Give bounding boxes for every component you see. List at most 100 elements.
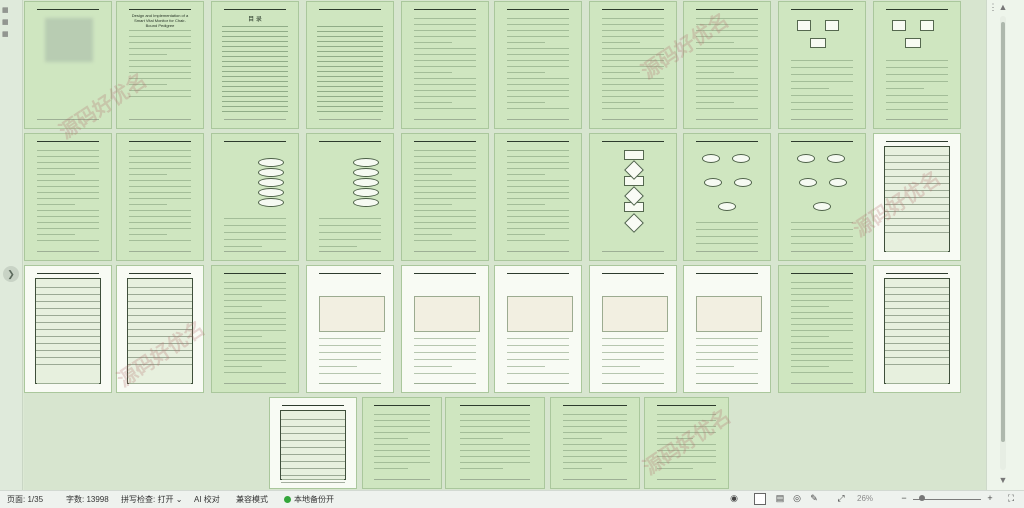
scroll-down-icon[interactable]: ▼ [997, 474, 1009, 486]
page-thumbnail[interactable] [550, 397, 640, 489]
page-indicator[interactable]: 页面: 1/35 [7, 494, 43, 505]
page-thumbnail[interactable]: 目 录 [211, 1, 299, 129]
text-line [414, 198, 476, 199]
text-line [886, 109, 948, 110]
text-line [414, 216, 476, 217]
page-thumbnail[interactable] [24, 265, 112, 393]
page-thumbnail[interactable] [362, 397, 442, 489]
toc-entry-line [317, 36, 383, 37]
page-header-rule [602, 273, 664, 274]
text-line [414, 30, 476, 31]
screenshot-preview [696, 296, 762, 332]
zoom-level[interactable]: 26% [857, 494, 873, 503]
toc-entry-line [222, 96, 288, 97]
page-thumbnail[interactable] [873, 265, 961, 393]
page-header-rule [224, 273, 286, 274]
word-count[interactable]: 字数: 13998 [66, 494, 109, 505]
page-footer-rule [791, 251, 853, 252]
eye-icon[interactable]: ◉ [729, 493, 739, 503]
local-backup-toggle[interactable]: 本地备份开 [294, 494, 334, 505]
toc-entry-line [222, 91, 288, 92]
text-line [319, 345, 381, 346]
page-footer-rule [602, 251, 664, 252]
fit-page-icon[interactable]: ⤢ [836, 493, 846, 503]
spell-check-toggle[interactable]: 拼写检查: 打开 ⌄ [121, 494, 182, 505]
page-thumbnail[interactable] [401, 265, 489, 393]
ai-proofread-button[interactable]: AI 校对 [194, 494, 220, 505]
page-thumbnail[interactable] [778, 133, 866, 261]
minus-icon[interactable]: − [899, 493, 909, 503]
page-thumbnail[interactable] [306, 133, 394, 261]
plus-icon[interactable]: + [985, 493, 995, 503]
text-line [507, 36, 569, 37]
page-view-icon[interactable] [754, 493, 766, 505]
page-thumbnail[interactable] [589, 133, 677, 261]
text-line [319, 246, 357, 247]
text-line [373, 462, 431, 463]
page-thumbnail[interactable]: Design and Implementation of a Smart Vit… [116, 1, 204, 129]
page-thumbnail[interactable] [683, 133, 771, 261]
text-line [414, 240, 476, 241]
page-thumbnail[interactable] [873, 1, 961, 129]
page-header-rule [696, 141, 758, 142]
table-row-line [281, 454, 345, 455]
text-line [414, 108, 476, 109]
zoom-slider-thumb[interactable] [918, 495, 925, 501]
page-thumbnail-canvas[interactable]: Design and Implementation of a Smart Vit… [24, 0, 986, 490]
text-line [414, 48, 476, 49]
text-line [791, 74, 853, 75]
more-icon[interactable]: ⋮ [988, 1, 998, 13]
page-thumbnail[interactable] [306, 265, 394, 393]
page-thumbnail[interactable] [589, 265, 677, 393]
page-thumbnail[interactable] [24, 133, 112, 261]
text-line [224, 330, 286, 331]
page-thumbnail[interactable] [445, 397, 545, 489]
page-thumbnail[interactable] [778, 1, 866, 129]
page-thumbnail[interactable] [211, 265, 299, 393]
text-line [224, 300, 286, 301]
text-line [414, 234, 452, 235]
text-line [696, 72, 734, 73]
page-header-rule [373, 405, 431, 406]
page-footer-rule [224, 119, 286, 120]
page-header-rule [791, 9, 853, 10]
page-thumbnail[interactable] [306, 1, 394, 129]
page-thumbnail[interactable] [494, 133, 582, 261]
table-row-line [36, 329, 100, 330]
split-view-icon[interactable]: ▤ [775, 493, 785, 503]
screenshot-preview [507, 296, 573, 332]
scroll-thumb[interactable] [1001, 22, 1005, 442]
toc-entry-line [222, 31, 288, 32]
text-line [224, 366, 262, 367]
edit-icon[interactable]: ✎ [809, 493, 819, 503]
table-row-line [36, 315, 100, 316]
page-thumbnail[interactable] [401, 1, 489, 129]
page-thumbnail[interactable] [116, 133, 204, 261]
page-thumbnail[interactable] [401, 133, 489, 261]
page-footer-rule [224, 383, 286, 384]
collapse-sidebar-button[interactable]: ❯ [3, 266, 19, 282]
page-thumbnail[interactable] [269, 397, 357, 489]
fullscreen-icon[interactable]: ⛶ [1006, 493, 1016, 503]
text-line [459, 420, 531, 421]
text-line [507, 198, 569, 199]
text-line [37, 210, 99, 211]
page-thumbnail[interactable] [494, 1, 582, 129]
text-line [791, 229, 853, 230]
text-line [507, 150, 569, 151]
page-header-rule [37, 9, 99, 10]
text-line [507, 352, 569, 353]
text-line [507, 186, 569, 187]
toc-entry-line [317, 26, 383, 27]
toc-entry-line [222, 46, 288, 47]
text-line [373, 468, 409, 469]
text-line [37, 162, 99, 163]
page-thumbnail[interactable] [211, 133, 299, 261]
scroll-up-icon[interactable]: ▲ [997, 1, 1009, 13]
page-thumbnail[interactable] [683, 265, 771, 393]
globe-icon[interactable]: ◎ [792, 493, 802, 503]
text-line [414, 168, 476, 169]
page-thumbnail[interactable] [778, 265, 866, 393]
page-thumbnail[interactable] [494, 265, 582, 393]
text-line [459, 468, 503, 469]
